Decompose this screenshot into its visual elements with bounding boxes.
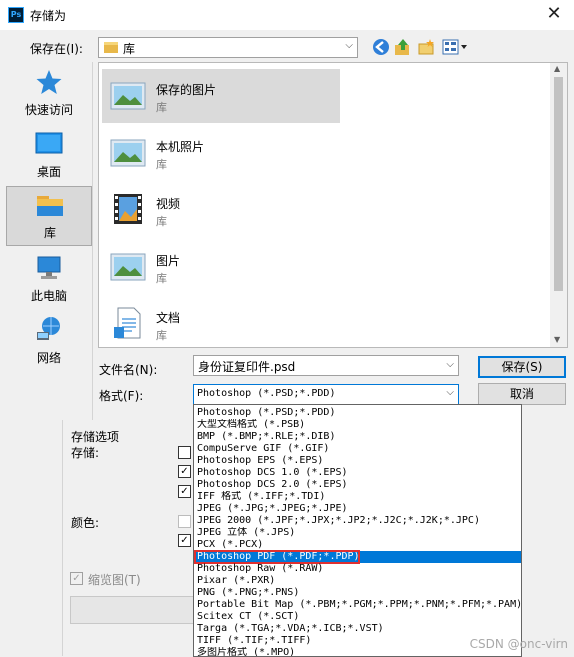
- format-option[interactable]: Portable Bit Map (*.PBM;*.PGM;*.PPM;*.PN…: [195, 599, 521, 611]
- place-label: 桌面: [36, 165, 61, 179]
- format-option[interactable]: Pixar (*.PXR): [195, 575, 521, 587]
- save-in-label: 保存在(I):: [30, 42, 83, 56]
- scrollbar-thumb[interactable]: [554, 77, 563, 291]
- close-button[interactable]: ✕: [534, 0, 574, 30]
- item-type: 库: [156, 215, 167, 228]
- format-option[interactable]: BMP (*.BMP;*.RLE;*.DIB): [195, 431, 521, 443]
- format-option[interactable]: IFF 格式 (*.IFF;*.TDI): [195, 491, 521, 503]
- item-name: 文档: [156, 311, 181, 325]
- item-type: 库: [156, 272, 167, 285]
- format-option[interactable]: Photoshop PDF (*.PDF;*.PDP): [194, 550, 360, 564]
- chevron-down-icon[interactable]: ⌵: [446, 359, 454, 370]
- format-option[interactable]: JPEG 2000 (*.JPF;*.JPX;*.JP2;*.J2C;*.J2K…: [195, 515, 521, 527]
- back-icon[interactable]: [372, 38, 390, 56]
- place-label: 快速访问: [24, 103, 73, 117]
- format-option[interactable]: Targa (*.TGA;*.VDA;*.ICB;*.VST): [195, 623, 521, 635]
- file-list[interactable]: 保存的图片 库 本机照片 库 视频 库 图片 库 文档 库 ▲ ▼: [98, 62, 568, 348]
- save-options-title: 存储选项: [71, 430, 120, 444]
- warning-field: [70, 596, 198, 624]
- video-library-icon: [114, 194, 142, 224]
- format-dropdown-list[interactable]: Photoshop (*.PSD;*.PDD) 大型文档格式 (*.PSB) BMP…: [193, 404, 522, 657]
- format-option[interactable]: PNG (*.PNG;*.PNS): [195, 587, 521, 599]
- chevron-down-icon: ⌵: [446, 387, 454, 398]
- chevron-down-icon: ⌵: [345, 40, 353, 51]
- place-quick-access[interactable]: 快速访问: [6, 64, 92, 124]
- vertical-scrollbar[interactable]: ▲ ▼: [550, 63, 567, 347]
- star-icon: [36, 70, 62, 94]
- format-option[interactable]: JPEG (*.JPG;*.JPEG;*.JPE): [195, 503, 521, 515]
- view-menu-icon[interactable]: [442, 38, 468, 56]
- save-button[interactable]: 保存(S): [478, 356, 566, 378]
- list-item[interactable]: 视频 库: [102, 183, 340, 237]
- watermark: CSDN @onc-virn: [469, 637, 568, 651]
- format-option[interactable]: Scitex CT (*.SCT): [195, 611, 521, 623]
- item-type: 库: [156, 329, 167, 342]
- location-value: 库: [123, 42, 136, 56]
- place-label: 此电脑: [30, 289, 67, 303]
- library-folder-icon: [37, 196, 63, 216]
- document-library-icon: [114, 307, 141, 339]
- item-name: 本机照片: [156, 140, 205, 154]
- list-item[interactable]: 本机照片 库: [102, 126, 340, 180]
- scroll-up-icon[interactable]: ▲: [554, 64, 560, 73]
- thumbnail-label: 缩览图(T): [88, 573, 141, 587]
- network-globe-icon: [37, 317, 60, 340]
- format-option[interactable]: Photoshop Raw (*.RAW): [195, 563, 521, 575]
- window-title: 存储为: [30, 9, 67, 23]
- format-option[interactable]: PCX (*.PCX): [195, 539, 521, 551]
- new-folder-icon[interactable]: [418, 38, 436, 56]
- item-type: 库: [156, 101, 167, 114]
- format-select[interactable]: Photoshop (*.PSD;*.PDD) ⌵: [193, 384, 459, 405]
- item-type: 库: [156, 158, 167, 171]
- list-item[interactable]: 图片 库: [102, 240, 340, 294]
- filename-value: 身份证复印件.psd: [198, 360, 296, 374]
- computer-icon: [37, 256, 61, 279]
- folder-icon: [104, 42, 118, 53]
- desktop-icon: [35, 132, 63, 154]
- filename-field[interactable]: 身份证复印件.psd ⌵: [193, 355, 459, 376]
- cancel-button[interactable]: 取消: [478, 383, 566, 405]
- color-label: 颜色:: [71, 516, 100, 530]
- title-bar: Ps 存储为 ✕: [0, 0, 574, 30]
- option-checkbox[interactable]: ✓: [178, 485, 191, 498]
- up-folder-icon[interactable]: [394, 38, 412, 56]
- option-checkbox[interactable]: [178, 446, 191, 459]
- place-desktop[interactable]: 桌面: [6, 126, 92, 186]
- list-item[interactable]: 文档 库: [102, 297, 340, 347]
- photoshop-app-icon: Ps: [8, 7, 24, 23]
- format-option[interactable]: Photoshop DCS 2.0 (*.EPS): [195, 479, 521, 491]
- format-option[interactable]: Photoshop DCS 1.0 (*.EPS): [195, 467, 521, 479]
- picture-library-icon: [110, 139, 146, 167]
- place-label: 网络: [36, 351, 61, 365]
- filename-label: 文件名(N):: [99, 363, 158, 377]
- places-sidebar: 快速访问 桌面 库 此电脑 网络: [4, 62, 93, 420]
- picture-library-icon: [110, 82, 146, 110]
- scroll-down-icon[interactable]: ▼: [554, 335, 560, 344]
- format-option[interactable]: JPEG 立体 (*.JPS): [195, 527, 521, 539]
- option-checkbox[interactable]: [178, 515, 191, 528]
- format-label: 格式(F):: [99, 389, 144, 403]
- place-label: 库: [43, 226, 56, 240]
- option-checkbox[interactable]: ✓: [178, 534, 191, 547]
- place-network[interactable]: 网络: [6, 312, 92, 372]
- format-value: Photoshop (*.PSD;*.PDD): [197, 388, 336, 399]
- list-item[interactable]: 保存的图片 库: [102, 69, 340, 123]
- item-name: 图片: [156, 254, 181, 268]
- picture-library-icon: [110, 253, 146, 281]
- format-option[interactable]: Photoshop (*.PSD;*.PDD): [195, 407, 521, 419]
- item-name: 视频: [156, 197, 181, 211]
- format-option[interactable]: Photoshop EPS (*.EPS): [195, 455, 521, 467]
- option-checkbox[interactable]: ✓: [178, 465, 191, 478]
- item-name: 保存的图片: [156, 83, 217, 97]
- location-combobox[interactable]: 库 ⌵: [98, 37, 358, 58]
- format-option[interactable]: 大型文档格式 (*.PSB): [195, 419, 521, 431]
- place-libraries[interactable]: 库: [6, 186, 92, 246]
- save-label: 存储:: [71, 446, 100, 460]
- place-this-pc[interactable]: 此电脑: [6, 250, 92, 310]
- format-option[interactable]: CompuServe GIF (*.GIF): [195, 443, 521, 455]
- thumbnail-checkbox[interactable]: ✓: [70, 572, 83, 585]
